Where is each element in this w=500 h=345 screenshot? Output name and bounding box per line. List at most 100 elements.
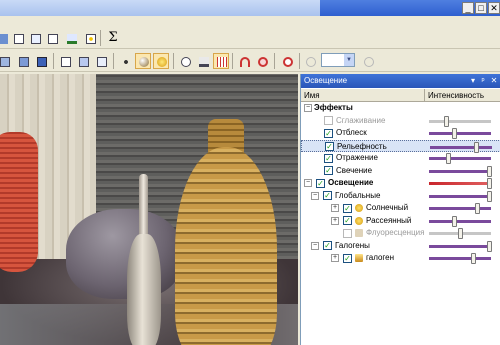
cube-icon [79, 57, 89, 67]
checkbox[interactable]: ✓ [323, 241, 332, 250]
tree-row-label: Отражение [336, 153, 378, 162]
slider-thumb[interactable] [487, 190, 492, 202]
slider-thumb[interactable] [452, 215, 457, 227]
panel-float-icon[interactable]: ᵖ [478, 75, 488, 86]
tree-row[interactable]: Флуоресценция [301, 227, 500, 240]
intensity-slider[interactable] [429, 128, 491, 139]
material-button[interactable] [135, 53, 151, 69]
intensity-slider[interactable] [429, 115, 491, 127]
cube-wire-button[interactable] [57, 53, 73, 69]
expand-icon[interactable]: + [331, 216, 339, 225]
column-header-intensity[interactable]: Интенсивность [425, 89, 500, 102]
checkbox[interactable]: ✓ [343, 216, 352, 225]
checkbox[interactable] [343, 228, 352, 238]
grid-button[interactable] [213, 53, 229, 69]
checkbox[interactable]: ✓ [323, 191, 332, 200]
settings-button[interactable] [279, 53, 295, 69]
intensity-slider[interactable] [430, 141, 492, 153]
record-button[interactable] [82, 30, 98, 46]
tree-row-label: Галогены [335, 240, 370, 250]
intensity-slider[interactable] [429, 178, 492, 189]
gear-icon [283, 57, 293, 67]
zoom-out-button[interactable] [302, 53, 318, 69]
intensity-slider[interactable] [429, 215, 491, 227]
lighting-button[interactable] [153, 53, 169, 69]
sum-button[interactable]: Σ [104, 30, 120, 46]
chevron-down-icon[interactable]: ▼ [344, 54, 354, 66]
checkbox[interactable]: ✓ [343, 203, 352, 213]
3d-viewport[interactable] [0, 74, 298, 345]
zoom-combobox[interactable]: ▼ [321, 53, 355, 67]
vertex-button[interactable] [117, 53, 133, 69]
cube-icon [61, 57, 71, 67]
intensity-slider[interactable] [429, 228, 491, 239]
bed-button[interactable] [195, 53, 211, 69]
wheel-button[interactable] [254, 53, 270, 69]
tree-row[interactable]: + ✓ Рассеянный [301, 215, 500, 228]
cube-top-button[interactable] [75, 53, 91, 69]
cube-icon [19, 57, 29, 67]
close-button[interactable]: ✕ [488, 2, 500, 14]
magnet-button[interactable] [236, 53, 252, 69]
cube-side-button[interactable] [15, 53, 31, 69]
slider-thumb[interactable] [444, 115, 449, 127]
tree-row[interactable]: ✓ Рельефность [301, 139, 500, 153]
intensity-slider[interactable] [429, 253, 491, 264]
fit-width-button[interactable] [44, 30, 60, 46]
slider-thumb[interactable] [452, 128, 457, 139]
tree-row[interactable]: − ✓ Галогены [301, 240, 500, 253]
layers-button[interactable] [10, 30, 26, 46]
slider-thumb[interactable] [458, 228, 463, 239]
tree-row[interactable]: − ✓ Освещение [301, 177, 500, 190]
slider-thumb[interactable] [487, 178, 492, 189]
intensity-slider[interactable] [429, 203, 491, 214]
bulb-icon [157, 57, 167, 67]
export-button[interactable] [27, 30, 43, 46]
cube-solid-button[interactable] [33, 53, 49, 69]
render-button[interactable] [177, 53, 193, 69]
intensity-slider[interactable] [429, 165, 492, 177]
tree-row[interactable]: − Эффекты [301, 102, 500, 115]
intensity-slider[interactable] [429, 190, 492, 202]
collapse-icon[interactable]: − [304, 104, 312, 112]
slider-thumb[interactable] [471, 253, 476, 264]
sigma-icon: Σ [108, 30, 118, 45]
checkbox[interactable]: ✓ [324, 153, 333, 163]
page-icon-button[interactable] [0, 30, 10, 46]
slider-thumb[interactable] [487, 240, 492, 252]
cube-front-button[interactable] [0, 53, 12, 69]
checkbox[interactable]: ✓ [343, 253, 352, 263]
slider-thumb[interactable] [474, 141, 479, 153]
tree-row[interactable]: − ✓ Глобальные [301, 190, 500, 203]
checkbox[interactable]: ✓ [324, 128, 333, 138]
tree-row[interactable]: Сглаживание [301, 115, 500, 128]
tree-row[interactable]: ✓ Отблеск [301, 127, 500, 140]
collapse-icon[interactable]: − [304, 179, 312, 187]
slider-thumb[interactable] [446, 153, 451, 164]
checkbox[interactable]: ✓ [325, 142, 334, 151]
tree-row[interactable]: ✓ Свечение [301, 165, 500, 178]
maximize-button[interactable]: □ [475, 2, 487, 14]
slider-thumb[interactable] [475, 203, 480, 214]
tree-row[interactable]: ✓ Отражение [301, 152, 500, 165]
slider-thumb[interactable] [487, 165, 492, 177]
column-header-name[interactable]: Имя [301, 89, 425, 102]
tree-row[interactable]: + ✓ галоген [301, 252, 500, 265]
collapse-icon[interactable]: − [311, 191, 319, 200]
download-button[interactable] [63, 30, 79, 46]
checkbox[interactable] [324, 116, 333, 125]
expand-icon[interactable]: + [331, 254, 339, 262]
sun-icon [355, 204, 363, 212]
cube-shaded-button[interactable] [93, 53, 109, 69]
intensity-slider[interactable] [429, 153, 491, 164]
intensity-slider[interactable] [429, 240, 492, 252]
collapse-icon[interactable]: − [311, 241, 319, 250]
panel-close-icon[interactable]: ✕ [489, 75, 499, 86]
checkbox[interactable]: ✓ [316, 178, 325, 188]
tree-row[interactable]: + ✓ Солнечный [301, 202, 500, 215]
checkbox[interactable]: ✓ [324, 166, 333, 175]
expand-icon[interactable]: + [331, 204, 339, 212]
minimize-button[interactable]: _ [462, 2, 474, 14]
zoom-in-button[interactable] [360, 53, 376, 69]
panel-menu-icon[interactable]: ▾ [468, 75, 478, 86]
